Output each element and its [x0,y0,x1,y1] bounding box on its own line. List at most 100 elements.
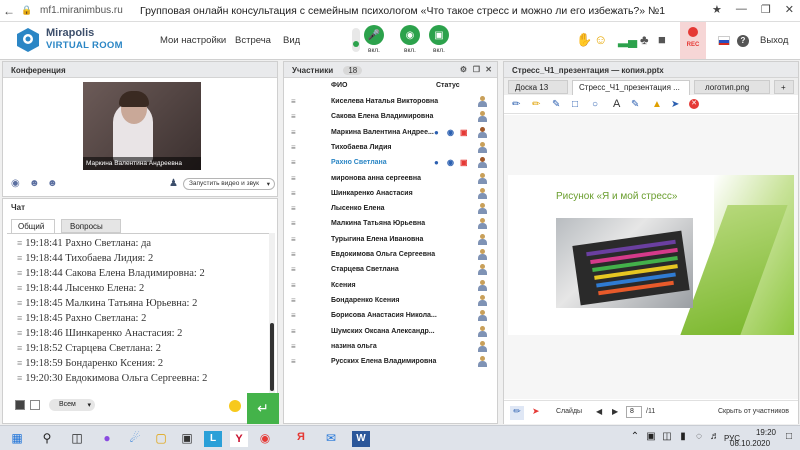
drag-handle-icon[interactable]: ≡ [291,342,296,351]
participant-row[interactable]: ≡ Лысенко Елена [284,201,494,217]
windows-start-icon[interactable]: ▦ [8,431,26,447]
record-button[interactable]: REC [680,22,706,59]
fill-icon[interactable]: ▲ [652,99,662,110]
participant-row[interactable]: ≡ Киселева Наталья Викторовна [284,94,494,110]
alice-icon[interactable]: ● [98,431,116,447]
word-icon[interactable]: W [352,431,370,447]
settings-icon[interactable]: ⚙ [460,65,467,74]
camera-icon[interactable]: ◉ [447,158,454,167]
slide[interactable]: Рисунок «Я и мой стресс» [508,175,794,335]
recipient-dropdown[interactable]: Всем ▾ [49,399,95,411]
participant-row[interactable]: ≡ Русских Елена Владимировна [284,354,494,370]
url-text[interactable]: mf1.miranimbus.ru [40,5,132,16]
tab-general[interactable]: Общий [11,219,55,233]
brush-icon[interactable]: ✎ [631,99,639,110]
send-button[interactable]: ↵ [247,393,279,424]
mic-level-slider[interactable] [352,28,360,52]
video-tile[interactable]: Маркина Валентина Андреевна [83,82,201,170]
tab-board[interactable]: Доска 13 [508,80,568,94]
participants-video-icon[interactable]: ◉ [11,178,20,189]
participant-row[interactable]: ≡ Старцева Светлана [284,262,494,278]
app-l-icon[interactable]: L [204,431,222,447]
drag-handle-icon[interactable]: ≡ [291,158,296,167]
drag-handle-icon[interactable]: ≡ [291,97,296,106]
camera-icon[interactable]: ◉ [447,128,454,137]
drag-handle-icon[interactable]: ≡ [291,357,296,366]
explorer-icon[interactable]: ▢ [152,431,170,447]
raise-hand-icon[interactable]: ✋ [576,32,592,48]
hide-from-participants[interactable]: Скрыть от участников [718,408,789,415]
participant-row[interactable]: ≡ Тихобаева Лидия [284,140,494,156]
mic-muted-icon[interactable]: ● [434,158,439,167]
prev-slide-icon[interactable]: ◀ [596,407,602,416]
slide-number-input[interactable]: 8 [626,406,642,418]
user-camera-icon[interactable]: ☻ [47,178,58,189]
mic-icon[interactable]: ● [434,128,439,137]
drag-handle-icon[interactable]: ≡ [291,296,296,305]
add-tab-button[interactable]: + [774,80,794,94]
drag-handle-icon[interactable]: ≡ [291,112,296,121]
rectangle-icon[interactable]: □ [572,99,578,110]
mic-toggle-button[interactable]: 🎤 [364,25,384,45]
yandex-browser-icon[interactable]: Y [230,431,248,447]
next-slide-icon[interactable]: ▶ [612,407,618,416]
participant-row[interactable]: ≡ Маркина Валентина Андрее... ● ◉ ▣ [284,125,494,141]
bg-color-icon[interactable] [30,400,40,410]
start-video-dropdown[interactable]: Запустить видео и звук ▾ [183,178,275,190]
exit-button[interactable]: Выход [760,35,788,46]
stats-icon[interactable]: ▂▄ [618,32,637,48]
task-view-icon[interactable]: ◫ [68,431,86,447]
highlighter-icon[interactable]: ✏ [532,99,540,110]
drag-handle-icon[interactable]: ≡ [291,265,296,274]
drag-handle-icon[interactable]: ≡ [291,128,296,137]
text-tool-icon[interactable]: A [613,98,620,110]
participant-row[interactable]: ≡ Сакова Елена Владимировна [284,109,494,125]
participant-row[interactable]: ≡ Шумских Оксана Александр... [284,324,494,340]
drag-handle-icon[interactable]: ≡ [291,204,296,213]
participant-row[interactable]: ≡ назина ольга [284,339,494,355]
text-color-icon[interactable] [15,400,25,410]
drag-handle-icon[interactable]: ≡ [291,174,296,183]
screen-icon[interactable]: ▣ [460,128,468,137]
bookmark-icon[interactable]: ★ [712,3,722,16]
pointer-icon[interactable]: ➤ [671,99,679,110]
drag-handle-icon[interactable]: ≡ [291,311,296,320]
russian-flag-icon[interactable] [718,36,730,45]
volume-icon[interactable]: ♬ [706,431,724,447]
menu-my-settings[interactable]: Мои настройки [160,35,226,46]
participant-row[interactable]: ≡ Турыгина Елена Ивановна [284,232,494,248]
media-icon[interactable]: ◉ [256,431,274,447]
emoji-icon[interactable]: ☺ [594,32,607,47]
drag-handle-icon[interactable]: ≡ [291,235,296,244]
participant-row[interactable]: ≡ Бондаренко Ксения [284,293,494,309]
participant-row[interactable]: ≡ миронова анна сергеевна [284,171,494,187]
edge-icon[interactable]: ☄ [126,431,144,447]
participant-row[interactable]: ≡ Ксения [284,278,494,294]
close-icon[interactable]: ✕ [785,3,794,16]
notifications-icon[interactable]: □ [780,431,798,447]
minimize-icon[interactable]: — [736,3,747,16]
participant-row[interactable]: ≡ Малкина Татьяна Юрьевна [284,216,494,232]
menu-view[interactable]: Вид [283,35,300,46]
laser-pointer-icon[interactable]: ➤ [532,406,540,417]
circle-icon[interactable]: ○ [592,99,598,110]
participant-row[interactable]: ≡ Рахно Светлана ● ◉ ▣ [284,155,494,171]
participant-row[interactable]: ≡ Евдокимова Ольга Сергеевна [284,247,494,263]
drag-handle-icon[interactable]: ≡ [291,327,296,336]
user-mic-icon[interactable]: ☻ [29,178,40,189]
tab-presentation[interactable]: Стресс_Ч1_презентация ... [572,80,690,95]
menu-meeting[interactable]: Встреча [235,35,271,46]
popout-icon[interactable]: ❐ [473,65,480,74]
marker-icon[interactable]: ✎ [552,99,560,110]
store-icon[interactable]: ▣ [178,431,196,447]
help-icon[interactable]: ? [737,35,749,47]
pen-icon[interactable]: ✏ [512,99,520,110]
drag-handle-icon[interactable]: ≡ [291,189,296,198]
restore-icon[interactable]: ❐ [761,3,771,16]
drag-handle-icon[interactable]: ≡ [291,281,296,290]
search-icon[interactable]: ⚲ [38,431,56,447]
tab-questions[interactable]: Вопросы [61,219,121,233]
tree-icon[interactable]: ♣ [640,32,649,47]
drag-handle-icon[interactable]: ≡ [291,219,296,228]
participant-row[interactable]: ≡ Шинкаренко Анастасия [284,186,494,202]
